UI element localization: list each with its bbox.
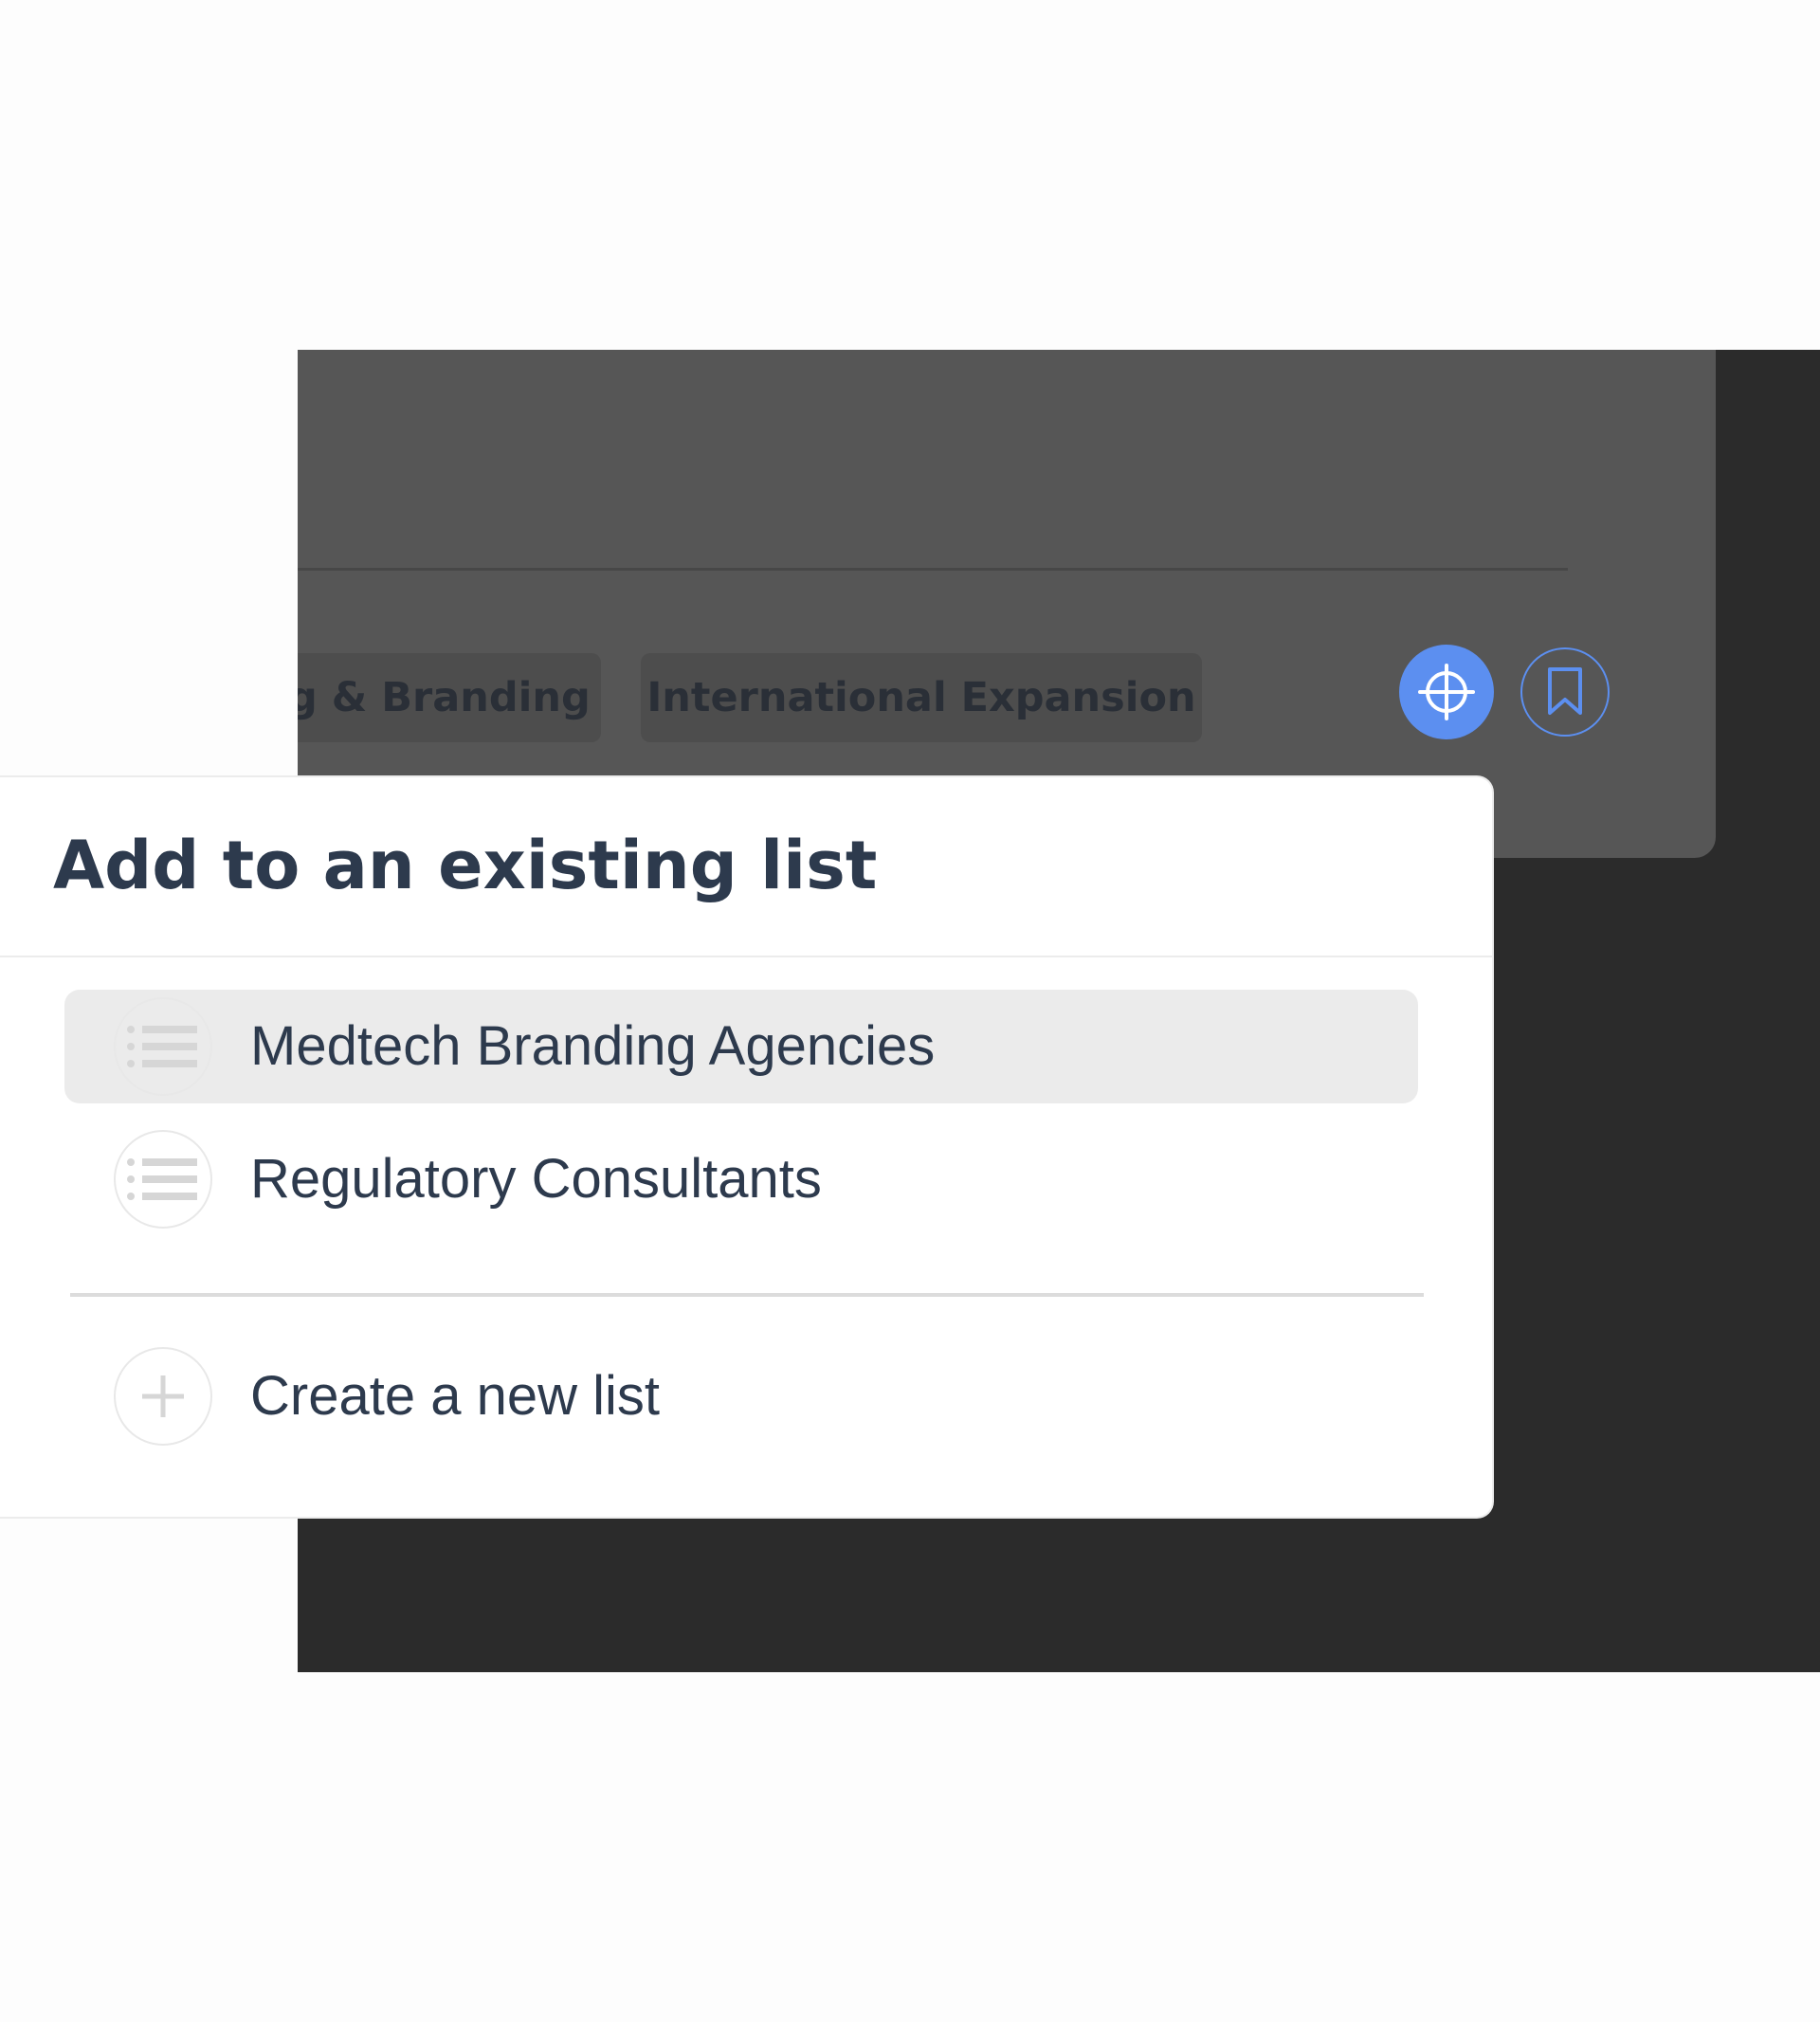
- bookmark-icon: [1548, 667, 1582, 715]
- list-icon: [127, 1026, 197, 1067]
- bookmark-button[interactable]: [1520, 647, 1610, 737]
- popup-title: Add to an existing list: [53, 827, 878, 904]
- create-new-list-button[interactable]: Create a new list: [64, 1339, 1418, 1453]
- list-item-medtech-branding-agencies[interactable]: Medtech Branding Agencies: [64, 990, 1418, 1103]
- list-item-label: Regulatory Consultants: [250, 1148, 822, 1210]
- tag-branding[interactable]: g & Branding: [298, 653, 601, 742]
- plus-icon-circle: [114, 1347, 212, 1446]
- list-icon-circle: [114, 997, 212, 1096]
- section-divider: [70, 1293, 1424, 1297]
- list-icon-circle: [114, 1130, 212, 1229]
- card-divider: [298, 568, 1568, 571]
- list-item-regulatory-consultants[interactable]: Regulatory Consultants: [64, 1122, 1418, 1236]
- plus-icon: [142, 1375, 184, 1417]
- list-icon: [127, 1158, 197, 1200]
- tag-international-expansion[interactable]: International Expansion: [641, 653, 1202, 742]
- list-item-label: Medtech Branding Agencies: [250, 1015, 936, 1077]
- crosshair-icon: [1418, 664, 1475, 720]
- popup-header-divider: [0, 956, 1492, 957]
- add-to-list-popup: Add to an existing list Medtech Branding…: [0, 777, 1492, 1517]
- create-new-list-label: Create a new list: [250, 1365, 660, 1427]
- target-button[interactable]: [1399, 645, 1494, 739]
